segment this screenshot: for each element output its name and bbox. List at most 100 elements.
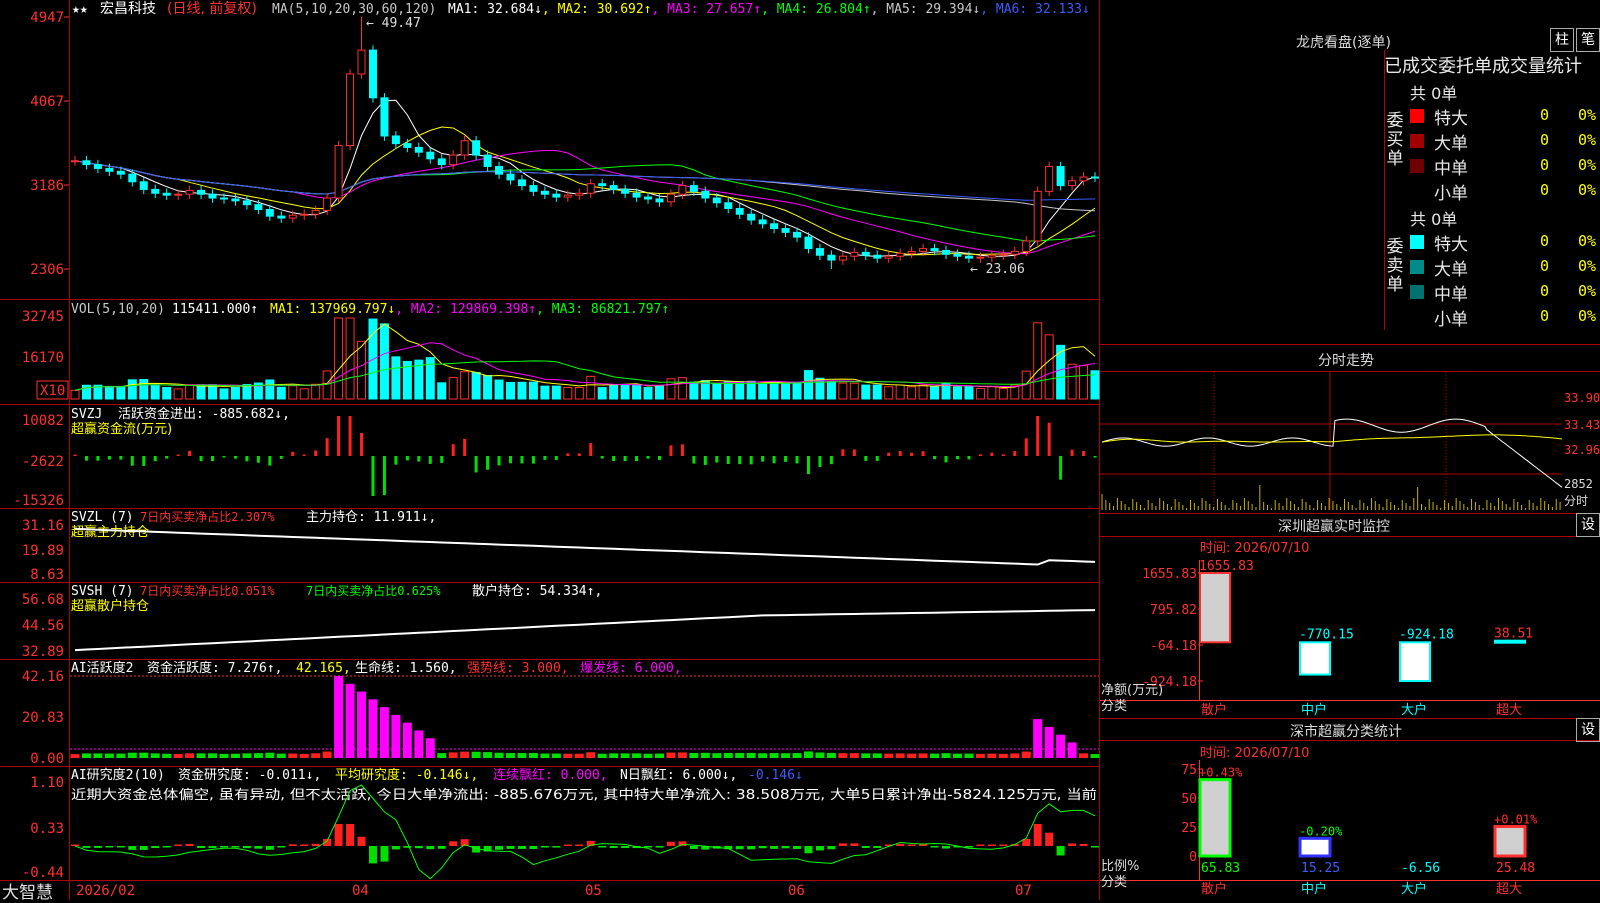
activity-bar bbox=[975, 753, 985, 758]
research-bar bbox=[850, 843, 859, 846]
candle-body bbox=[231, 198, 240, 202]
activity-bar bbox=[769, 753, 779, 758]
stat-bar bbox=[1298, 836, 1332, 858]
ai1-seg3: 生命线: 1.560, bbox=[355, 660, 457, 676]
volume-ma-line bbox=[74, 323, 1096, 391]
research-bar bbox=[804, 846, 813, 854]
activity-bar bbox=[620, 753, 630, 758]
stat-change-label: +0.43% bbox=[1199, 766, 1243, 780]
activity-bar bbox=[1033, 719, 1043, 758]
candle-body bbox=[426, 151, 435, 160]
flow-bar bbox=[142, 456, 146, 466]
flow-bar bbox=[875, 456, 879, 461]
research-bar bbox=[495, 846, 504, 850]
research-bar bbox=[517, 846, 526, 849]
volume-bars[interactable] bbox=[70, 317, 1100, 400]
y-tick-label: 0.33 bbox=[30, 821, 64, 837]
sell-side-label: 委卖单 bbox=[1386, 237, 1404, 295]
candle-body bbox=[1045, 166, 1054, 192]
activity-bar bbox=[723, 752, 733, 758]
tick-mode-button[interactable]: 笔 bbox=[1576, 28, 1600, 52]
research-bar bbox=[357, 836, 366, 846]
volume-bar bbox=[173, 388, 183, 400]
volume-bar bbox=[735, 380, 745, 400]
ma-line bbox=[74, 99, 1096, 257]
flow-bar bbox=[474, 456, 478, 473]
activity-bars[interactable] bbox=[70, 676, 1100, 758]
volume-bar bbox=[540, 385, 550, 400]
flow-bar bbox=[256, 456, 260, 463]
research-bar bbox=[621, 846, 630, 849]
stat-settings-button[interactable]: 设 bbox=[1576, 718, 1600, 742]
activity-bar bbox=[918, 753, 928, 758]
flow-bar bbox=[451, 444, 455, 456]
activity-bar bbox=[746, 752, 756, 758]
volume-bar bbox=[803, 370, 813, 400]
research-bar bbox=[758, 846, 767, 849]
flow-bar bbox=[153, 456, 157, 462]
candle-body bbox=[666, 193, 675, 203]
candle-body bbox=[896, 252, 905, 257]
research-bar bbox=[93, 846, 102, 848]
candle-body bbox=[162, 192, 171, 196]
activity-bar bbox=[185, 753, 195, 758]
research-bar bbox=[346, 824, 355, 846]
volume-bar bbox=[563, 386, 573, 400]
stat-category: 散户 bbox=[1201, 881, 1227, 897]
stat-value-label: 65.83 bbox=[1201, 861, 1240, 876]
candle-body bbox=[964, 255, 973, 259]
candlesticks[interactable] bbox=[71, 17, 1099, 269]
y-tick-label: -2622 bbox=[22, 454, 64, 470]
flow-bar bbox=[1082, 451, 1086, 456]
y-tick-label: 2306 bbox=[30, 262, 64, 278]
research-bar bbox=[770, 846, 779, 849]
money-flow-bars[interactable] bbox=[73, 416, 1097, 496]
activity-bar bbox=[345, 683, 355, 758]
flow-bar bbox=[795, 456, 799, 464]
legend-entry: , MA4: 26.804↑ bbox=[761, 2, 871, 17]
ai2-comment: 近期大资金总体偏空, 虽有异动, 但不太活跃, 今日大单净流出: -885.67… bbox=[71, 787, 1097, 803]
research-bar bbox=[151, 846, 160, 849]
candle-body bbox=[357, 49, 366, 75]
legend-entry: , MA2: 30.692↑ bbox=[542, 2, 652, 17]
flow-bar bbox=[1093, 456, 1097, 458]
ai2-y-axis: 1.10 0.33 -0.44 bbox=[22, 775, 64, 881]
activity-bar bbox=[460, 751, 470, 758]
research-bar bbox=[644, 846, 653, 848]
activity-bar bbox=[792, 753, 802, 758]
color-swatch bbox=[1410, 235, 1424, 249]
activity-bar bbox=[311, 753, 321, 758]
candle-body bbox=[334, 145, 343, 199]
volume-bar bbox=[334, 317, 344, 400]
flow-bar bbox=[738, 456, 742, 465]
candle-body bbox=[770, 223, 779, 230]
volume-bar bbox=[551, 385, 561, 400]
flow-bar bbox=[337, 416, 341, 456]
candle-body bbox=[1079, 176, 1088, 182]
ai2-title: AI研究度2(10) bbox=[71, 767, 165, 783]
flow-bar bbox=[463, 438, 467, 456]
flow-bar bbox=[245, 456, 249, 462]
research-bar bbox=[105, 846, 114, 848]
activity-bar bbox=[127, 752, 137, 758]
bar-mode-button[interactable]: 柱 bbox=[1550, 28, 1574, 52]
candle-body bbox=[368, 49, 377, 99]
intraday-vol-label: 2852 bbox=[1564, 477, 1593, 491]
svzj-y-axis: 10082 -2622 -15326 bbox=[13, 413, 64, 509]
candle-body bbox=[460, 140, 469, 156]
volume-bar bbox=[276, 386, 286, 400]
flow-bar bbox=[497, 456, 501, 466]
main-chart-area[interactable]: ★★ 宏昌科技 (日线, 前复权) MA(5,10,20,30,60,120) … bbox=[0, 0, 1600, 900]
x-tick-label: 05 bbox=[585, 883, 602, 899]
stat-y-tick: 50 bbox=[1181, 792, 1197, 807]
intraday-tick: 32.96 bbox=[1564, 443, 1600, 457]
flow-bar bbox=[933, 456, 937, 460]
monitor-settings-button[interactable]: 设 bbox=[1576, 513, 1600, 537]
intraday-tick: 33.90 bbox=[1564, 391, 1600, 405]
flow-bar bbox=[967, 456, 971, 460]
activity-bar bbox=[597, 753, 607, 758]
activity-bar bbox=[838, 753, 848, 758]
stat-value-label: 25.48 bbox=[1496, 861, 1535, 876]
high-marker: ← 49.47 bbox=[366, 16, 421, 31]
row-percent: 0% bbox=[1578, 106, 1597, 124]
